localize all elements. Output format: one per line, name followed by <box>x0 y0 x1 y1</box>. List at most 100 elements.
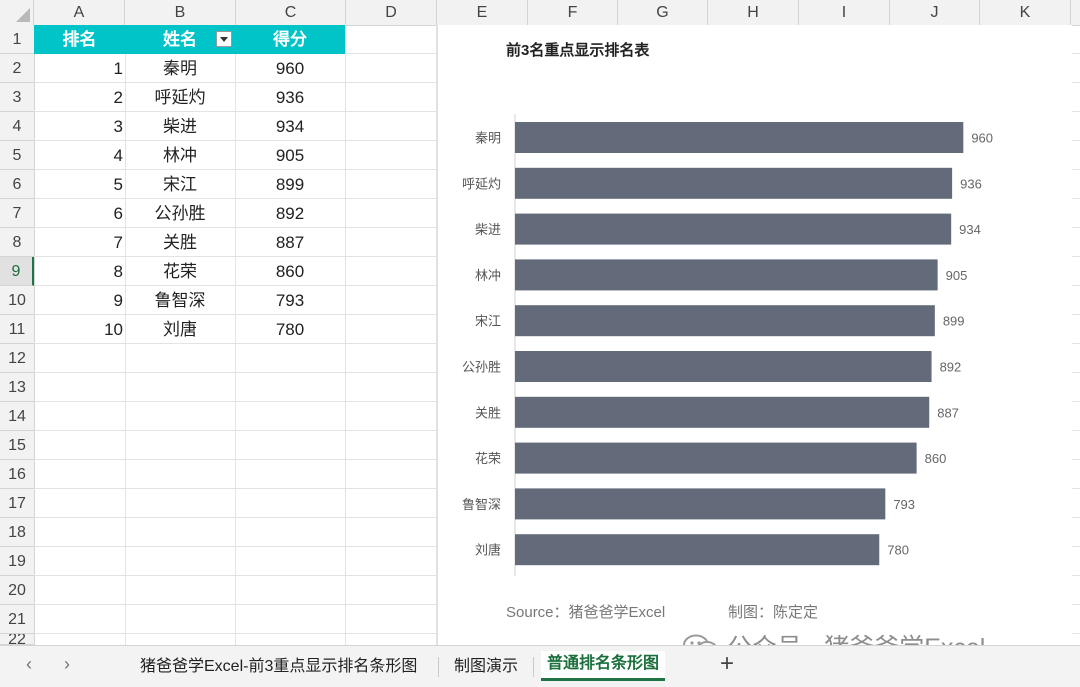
rank-cell[interactable]: 9 <box>34 286 123 315</box>
score-cell[interactable]: 780 <box>235 315 345 344</box>
column-header-D[interactable]: D <box>346 0 437 25</box>
name-cell[interactable]: 秦明 <box>125 54 235 83</box>
category-tick-label: 宋江 <box>475 314 501 329</box>
row-header[interactable]: 21 <box>0 605 34 634</box>
row-header[interactable]: 5 <box>0 141 34 170</box>
name-cell[interactable]: 刘唐 <box>125 315 235 344</box>
score-cell[interactable]: 892 <box>235 199 345 228</box>
category-tick-label: 花荣 <box>475 451 501 466</box>
rank-cell[interactable]: 10 <box>34 315 123 344</box>
row-header[interactable]: 19 <box>0 547 34 576</box>
column-header-C[interactable]: C <box>236 0 346 25</box>
rank-cell[interactable]: 3 <box>34 112 123 141</box>
row-header[interactable]: 1 <box>0 25 34 54</box>
name-cell[interactable]: 林冲 <box>125 141 235 170</box>
row-header[interactable]: 14 <box>0 402 34 431</box>
category-tick-label: 刘唐 <box>475 543 501 558</box>
header-cell-name-label: 姓名 <box>163 30 197 49</box>
column-header-G[interactable]: G <box>618 0 708 25</box>
header-cell-score[interactable]: 得分 <box>235 25 345 54</box>
chart-maker-note[interactable]: 制图：陈定定 <box>728 601 818 622</box>
row-header-selected[interactable]: 9 <box>0 257 34 286</box>
score-cell[interactable]: 793 <box>235 286 345 315</box>
sheet-tab-normal-ranking[interactable]: 普通排名条形图 <box>541 651 666 681</box>
bar-6[interactable] <box>515 351 932 382</box>
sheet-tab-ranking-chart[interactable]: 猪爸爸学Excel-前3重点显示排名条形图 <box>134 654 423 680</box>
rank-cell[interactable]: 6 <box>34 199 123 228</box>
name-cell[interactable]: 鲁智深 <box>125 286 235 315</box>
row-header[interactable]: 15 <box>0 431 34 460</box>
name-cell[interactable]: 公孙胜 <box>125 199 235 228</box>
score-cell[interactable]: 905 <box>235 141 345 170</box>
bar-chart-object[interactable]: 前3名重点显示排名表 秦明 960 呼延灼 936 柴进 934 林冲 905 宋江 899 公孙胜… <box>437 25 1072 645</box>
data-label: 899 <box>943 314 965 329</box>
sheet-tab-bar: ‹ › 猪爸爸学Excel-前3重点显示排名条形图 制图演示 普通排名条形图 + <box>0 645 1080 687</box>
row-header[interactable]: 12 <box>0 344 34 373</box>
row-header[interactable]: 11 <box>0 315 34 344</box>
column-header-E[interactable]: E <box>437 0 528 25</box>
row-header[interactable]: 7 <box>0 199 34 228</box>
name-cell[interactable]: 关胜 <box>125 228 235 257</box>
category-tick-label: 林冲 <box>475 268 501 283</box>
rank-cell[interactable]: 5 <box>34 170 123 199</box>
row-header[interactable]: 20 <box>0 576 34 605</box>
bar-3[interactable] <box>515 213 952 245</box>
bar-2[interactable] <box>515 167 953 199</box>
score-cell[interactable]: 936 <box>235 83 345 112</box>
score-cell[interactable]: 934 <box>235 112 345 141</box>
rank-cell[interactable]: 7 <box>34 228 123 257</box>
row-header[interactable]: 22 <box>0 634 34 645</box>
column-header-I[interactable]: I <box>799 0 890 25</box>
name-cell[interactable]: 呼延灼 <box>125 83 235 112</box>
row-header[interactable]: 13 <box>0 373 34 402</box>
category-tick-label: 柴进 <box>475 222 501 237</box>
row-header[interactable]: 16 <box>0 460 34 489</box>
score-cell[interactable]: 887 <box>235 228 345 257</box>
row-header[interactable]: 6 <box>0 170 34 199</box>
bar-7[interactable] <box>515 396 930 428</box>
score-cell[interactable]: 960 <box>235 54 345 83</box>
category-tick-label: 呼延灼 <box>462 176 501 191</box>
bar-4[interactable] <box>515 259 938 291</box>
sheet-tab-demo[interactable]: 制图演示 <box>448 654 524 680</box>
row-header[interactable]: 2 <box>0 54 34 83</box>
bar-5[interactable] <box>515 305 935 337</box>
filter-dropdown-icon[interactable] <box>216 31 232 47</box>
score-cell[interactable]: 860 <box>235 257 345 286</box>
score-cell[interactable]: 899 <box>235 170 345 199</box>
name-cell[interactable]: 宋江 <box>125 170 235 199</box>
row-header[interactable]: 18 <box>0 518 34 547</box>
rank-cell[interactable]: 2 <box>34 83 123 112</box>
data-label: 892 <box>940 360 962 375</box>
row-header[interactable]: 17 <box>0 489 34 518</box>
column-header-A[interactable]: A <box>34 0 125 25</box>
bar-8[interactable] <box>515 442 917 474</box>
add-sheet-button[interactable]: + <box>720 650 734 678</box>
category-tick-label: 关胜 <box>475 405 501 420</box>
chart-source-note[interactable]: Source：猪爸爸学Excel <box>506 601 665 622</box>
select-all-corner[interactable] <box>0 0 34 25</box>
column-header-B[interactable]: B <box>125 0 236 25</box>
header-cell-rank[interactable]: 排名 <box>34 25 125 54</box>
row-header[interactable]: 3 <box>0 83 34 112</box>
chart-plot-area[interactable]: 秦明 960 呼延灼 936 柴进 934 林冲 905 宋江 899 公孙胜 892 关胜 887 花荣 8… <box>438 25 1072 585</box>
row-header[interactable]: 8 <box>0 228 34 257</box>
bar-1[interactable] <box>515 122 964 153</box>
rank-cell[interactable]: 8 <box>34 257 123 286</box>
prev-sheet-icon[interactable]: ‹ <box>26 654 32 675</box>
column-header-H[interactable]: H <box>708 0 799 25</box>
column-header-K[interactable]: K <box>980 0 1071 25</box>
bar-9[interactable] <box>515 488 886 520</box>
data-label: 960 <box>971 131 993 146</box>
row-header[interactable]: 4 <box>0 112 34 141</box>
column-header-F[interactable]: F <box>528 0 618 25</box>
row-header[interactable]: 10 <box>0 286 34 315</box>
rank-cell[interactable]: 4 <box>34 141 123 170</box>
column-header-J[interactable]: J <box>890 0 980 25</box>
header-cell-name[interactable]: 姓名 <box>125 25 235 54</box>
rank-cell[interactable]: 1 <box>34 54 123 83</box>
bar-10[interactable] <box>515 534 880 566</box>
next-sheet-icon[interactable]: › <box>64 654 70 675</box>
name-cell[interactable]: 柴进 <box>125 112 235 141</box>
name-cell[interactable]: 花荣 <box>125 257 235 286</box>
